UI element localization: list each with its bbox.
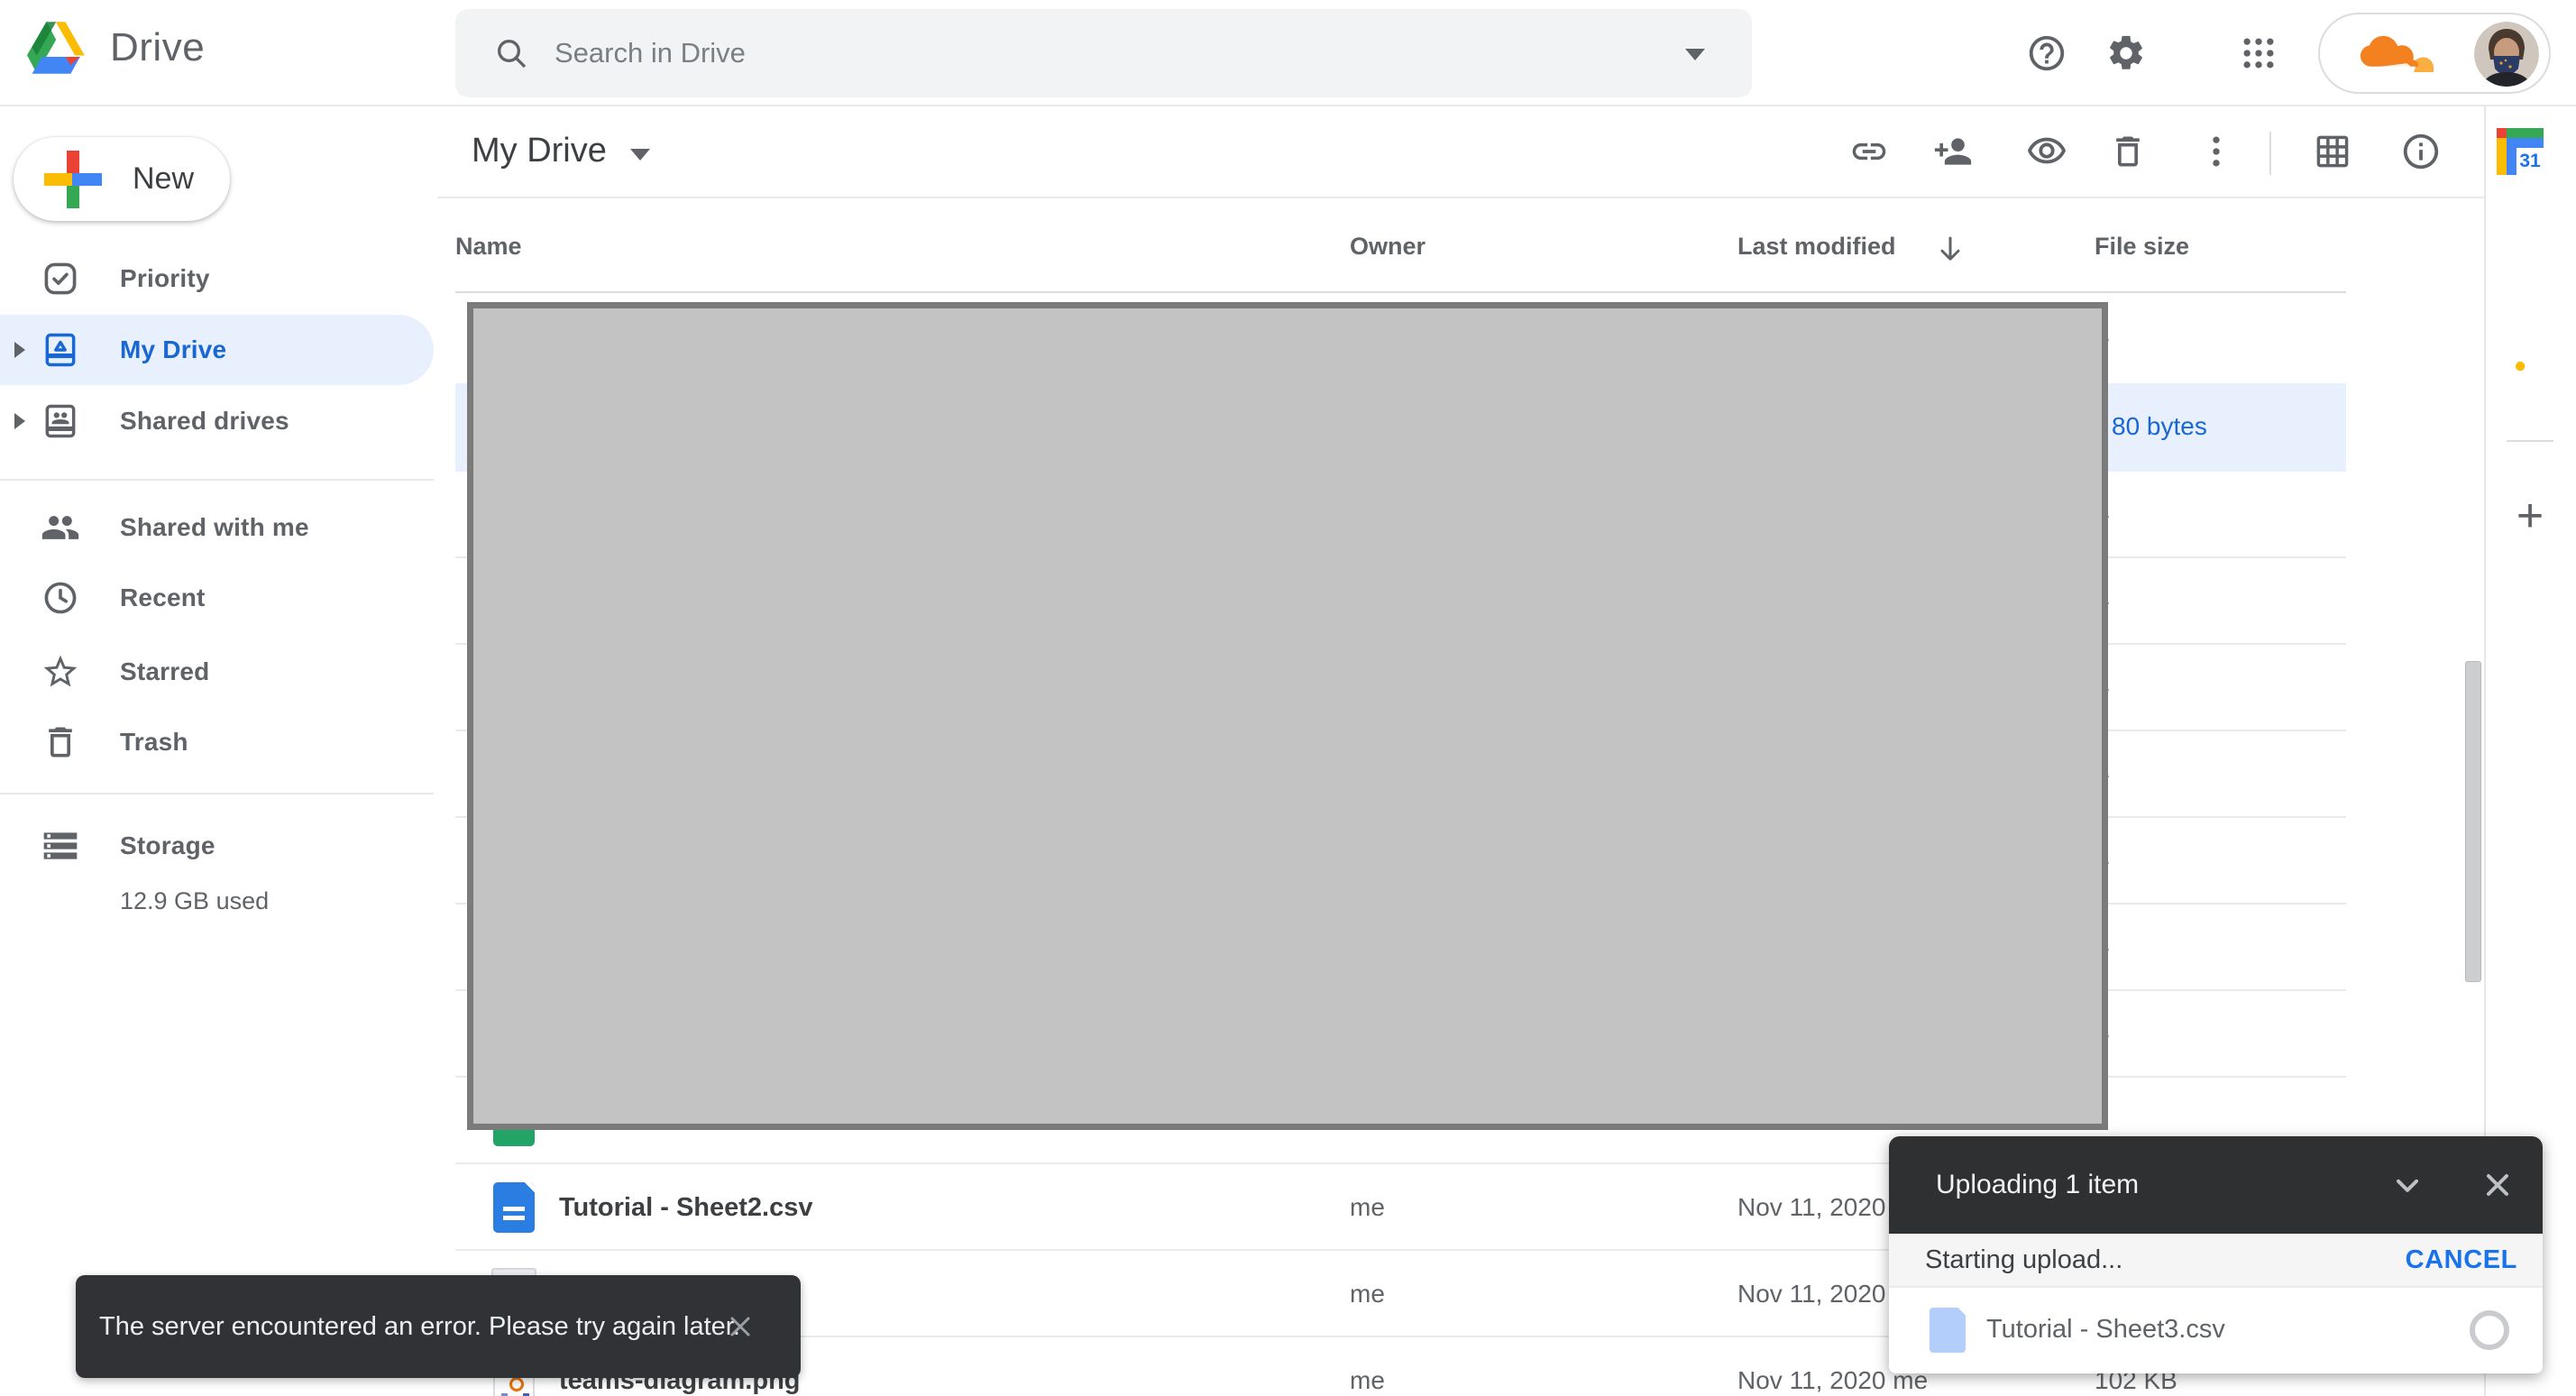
file-owner: me — [1350, 1164, 1385, 1251]
priority-check-icon — [41, 259, 80, 298]
sidebar-item-priority[interactable]: Priority — [0, 243, 434, 314]
sidebar-item-trash[interactable]: Trash — [0, 707, 434, 777]
sidebar-item-label: Priority — [120, 264, 210, 293]
storage-used-text: 12.9 GB used — [120, 887, 269, 915]
close-upload-panel-icon[interactable] — [2478, 1165, 2517, 1205]
page-title: My Drive — [472, 132, 607, 170]
sidebar-item-starred[interactable]: Starred — [0, 637, 434, 707]
title-dropdown-caret-icon[interactable] — [630, 149, 650, 161]
sidebar-item-recent[interactable]: Recent — [0, 563, 434, 633]
uploading-file-row[interactable]: Tutorial - Sheet3.csv — [1889, 1288, 2543, 1372]
file-owner: me — [1350, 1251, 1385, 1337]
delete-button[interactable] — [2106, 130, 2150, 173]
search-bar[interactable]: Search in Drive — [455, 9, 1752, 97]
sidebar-item-label: Shared with me — [120, 513, 309, 542]
toolbar-separator — [2269, 132, 2271, 175]
clock-icon — [41, 578, 80, 618]
upload-status-bar: Starting upload... CANCEL — [1889, 1234, 2543, 1288]
top-bar: Drive Search in Drive — [0, 0, 2576, 106]
preview-eye-button[interactable] — [2025, 130, 2068, 173]
share-add-person-button[interactable] — [1931, 130, 1975, 173]
column-header-owner[interactable]: Owner — [1350, 233, 1426, 261]
expand-chevron-right-icon[interactable] — [14, 413, 25, 429]
user-avatar[interactable] — [2474, 22, 2539, 87]
star-icon — [41, 652, 80, 692]
google-keep-icon[interactable] — [2507, 240, 2553, 287]
file-owner: me — [1350, 1337, 1385, 1396]
table-header: Name Owner Last modified File size — [455, 198, 2346, 293]
get-link-button[interactable] — [1847, 130, 1891, 173]
grid-view-button[interactable] — [2311, 130, 2354, 173]
sidebar-item-shared-drives[interactable]: Shared drives — [0, 386, 434, 456]
error-toast: The server encountered an error. Please … — [76, 1275, 801, 1378]
cancel-upload-button[interactable]: CANCEL — [2406, 1234, 2517, 1286]
file-name: Tutorial - Sheet2.csv — [559, 1164, 813, 1251]
sidebar-item-label: Storage — [120, 831, 215, 860]
google-tasks-icon[interactable] — [2507, 342, 2553, 389]
minimize-chevron-down-icon[interactable] — [2388, 1165, 2427, 1205]
rail-divider — [2507, 440, 2553, 442]
cloudflare-logo-icon[interactable] — [2356, 32, 2448, 78]
upload-panel: Uploading 1 item Starting upload... CANC… — [1889, 1136, 2543, 1373]
dismiss-toast-close-icon[interactable] — [720, 1307, 760, 1346]
content-header: My Drive — [437, 106, 2484, 198]
sidebar-item-label: Starred — [120, 657, 209, 686]
file-size: 80 bytes — [2112, 383, 2207, 470]
file-icon — [1930, 1308, 1966, 1353]
csv-file-icon — [493, 1182, 535, 1233]
sidebar-divider — [0, 479, 434, 481]
breadcrumb-my-drive[interactable]: My Drive — [472, 132, 650, 170]
expand-chevron-right-icon[interactable] — [14, 342, 25, 358]
sidebar-item-label: My Drive — [120, 335, 226, 364]
sidebar-item-shared-with-me[interactable]: Shared with me — [0, 492, 434, 563]
google-calendar-icon[interactable]: 31 — [2507, 138, 2553, 185]
redacted-region-overlay — [467, 302, 2108, 1130]
search-input[interactable]: Search in Drive — [555, 9, 746, 97]
sidebar-item-label: Recent — [120, 583, 206, 612]
file-icon-slot — [487, 1164, 541, 1251]
new-button[interactable]: New — [14, 137, 230, 221]
google-apps-grid-button[interactable] — [2237, 32, 2280, 75]
sidebar-item-storage[interactable]: Storage — [0, 811, 434, 881]
help-button[interactable] — [2025, 32, 2068, 75]
search-options-caret-icon[interactable] — [1685, 49, 1705, 60]
sidebar-item-label: Shared drives — [120, 407, 289, 436]
upload-status-text: Starting upload... — [1925, 1234, 2122, 1286]
drive-logo-icon — [27, 22, 85, 74]
sidebar-item-my-drive[interactable]: My Drive — [0, 315, 434, 385]
column-header-file-size[interactable]: File size — [2095, 233, 2189, 261]
drive-logo[interactable]: Drive — [27, 22, 205, 74]
info-button[interactable] — [2399, 130, 2443, 173]
trash-icon — [41, 722, 80, 762]
upload-progress-spinner — [2470, 1310, 2509, 1350]
account-pill — [2318, 13, 2551, 94]
search-icon — [493, 35, 529, 71]
shared-drives-icon — [41, 401, 80, 441]
google-plus-icon — [44, 151, 102, 208]
column-header-name[interactable]: Name — [455, 233, 522, 261]
column-header-last-modified[interactable]: Last modified — [1737, 233, 1896, 261]
people-icon — [41, 508, 80, 547]
upload-panel-header: Uploading 1 item — [1889, 1136, 2543, 1234]
sidebar-divider — [0, 793, 434, 794]
google-drive-app: Drive Search in Drive — [0, 0, 2576, 1396]
sort-descending-arrow-icon[interactable] — [1934, 233, 1966, 265]
left-sidebar: New Priority My Drive — [0, 106, 437, 1396]
add-addon-plus-button[interactable]: + — [2507, 492, 2553, 539]
vertical-scrollbar-thumb[interactable] — [2465, 661, 2481, 982]
uploading-file-name: Tutorial - Sheet3.csv — [1986, 1288, 2225, 1372]
settings-gear-button[interactable] — [2104, 32, 2148, 75]
sidebar-item-label: Trash — [120, 728, 188, 757]
tasks-check-icon — [2507, 342, 2553, 389]
more-actions-button[interactable] — [2195, 130, 2238, 173]
new-button-label: New — [133, 161, 194, 197]
app-title: Drive — [110, 25, 205, 70]
toast-message: The server encountered an error. Please … — [99, 1275, 740, 1378]
upload-panel-title: Uploading 1 item — [1936, 1136, 2139, 1234]
my-drive-icon — [41, 330, 80, 370]
storage-icon — [41, 826, 80, 866]
